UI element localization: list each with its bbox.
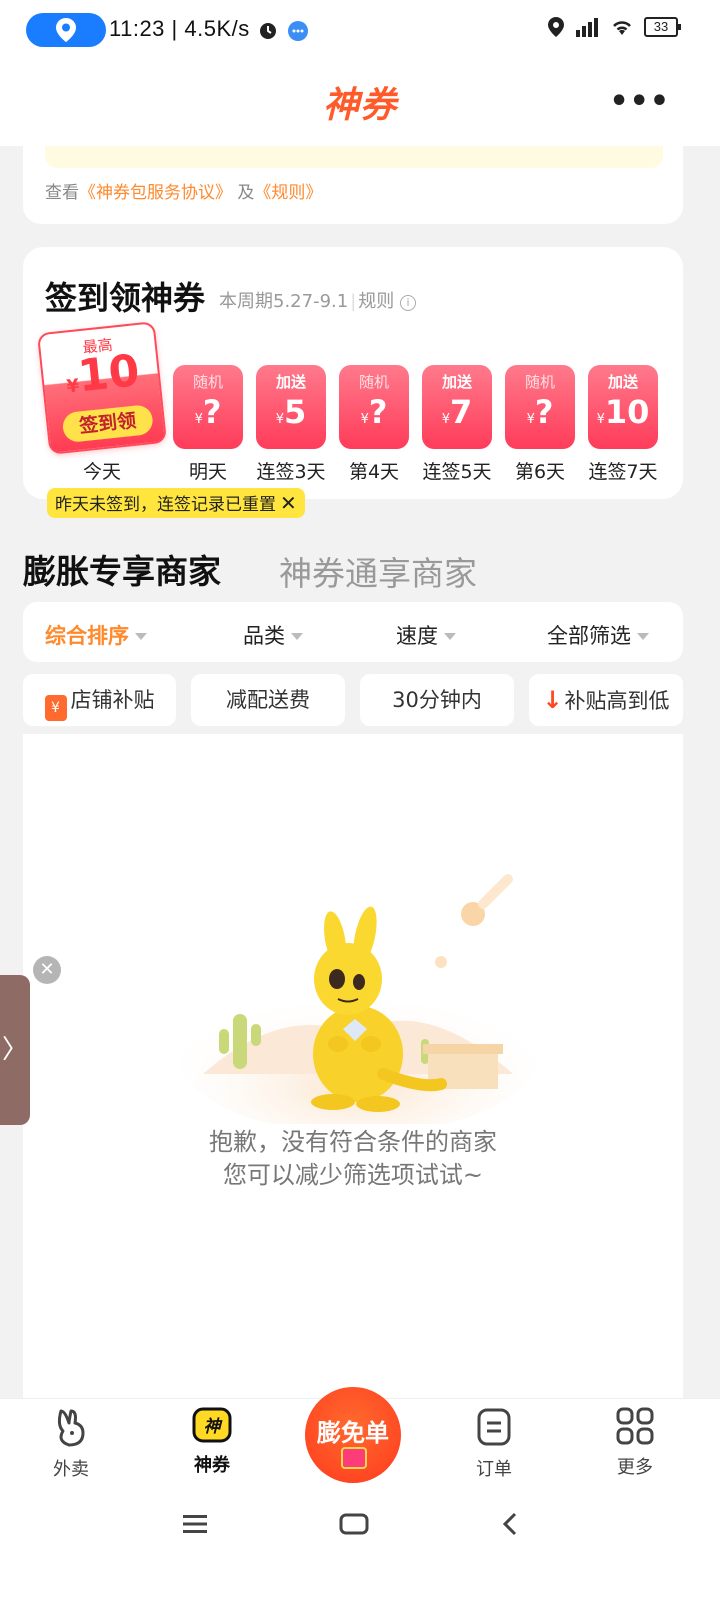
system-nav-bar bbox=[0, 1492, 720, 1600]
page-header: 神券 ••• bbox=[0, 62, 720, 146]
location-pill[interactable] bbox=[26, 13, 106, 47]
bottom-nav: 外卖 神 神券 膨免单 订单 更多 bbox=[0, 1387, 720, 1492]
empty-message: 抱歉，没有符合条件的商家 您可以减少筛选项试试~ bbox=[23, 1126, 683, 1192]
more-menu-button[interactable]: ••• bbox=[609, 84, 670, 119]
agreement-prefix: 查看 bbox=[45, 183, 79, 203]
nav-free-order-button[interactable]: 膨免单 bbox=[305, 1387, 401, 1483]
day-label-6: 第6天 bbox=[514, 461, 566, 483]
sign-in-title: 签到领神券 bbox=[45, 279, 206, 317]
back-icon[interactable] bbox=[502, 1512, 518, 1536]
reset-tip-text: 昨天未签到，连签记录已重置 bbox=[55, 495, 276, 515]
chip-subsidy-high-low[interactable]: ↓补贴高到低 bbox=[529, 674, 683, 726]
arrow-down-icon: ↓ bbox=[542, 686, 563, 714]
chevron-down-icon bbox=[444, 633, 456, 640]
sign-in-button[interactable]: 签到领 bbox=[61, 403, 155, 444]
streak-reset-tip: 昨天未签到，连签记录已重置 ✕ bbox=[47, 488, 305, 518]
nav-more[interactable]: 更多 bbox=[590, 1407, 680, 1479]
order-icon bbox=[477, 1408, 511, 1446]
side-float-close-icon[interactable]: ✕ bbox=[33, 956, 61, 984]
merchant-tabs: 膨胀专享商家 神券通享商家 bbox=[23, 545, 683, 595]
gift-icon bbox=[341, 1447, 367, 1469]
day-coupon-6: 随机 ¥? bbox=[505, 365, 575, 449]
location-pin-icon bbox=[56, 18, 76, 42]
filter-chips: ¥ 店铺补贴 减配送费 30分钟内 ↓补贴高到低 bbox=[23, 674, 683, 726]
sort-comprehensive[interactable]: 综合排序 bbox=[45, 620, 147, 650]
empty-line-1: 抱歉，没有符合条件的商家 bbox=[209, 1128, 497, 1156]
gps-icon bbox=[548, 17, 564, 37]
day-label-4: 第4天 bbox=[348, 461, 400, 483]
merchant-list-empty: 抱歉，没有符合条件的商家 您可以减少筛选项试试~ bbox=[23, 734, 683, 1400]
rabbit-icon bbox=[57, 1409, 85, 1447]
nav-orders[interactable]: 订单 bbox=[449, 1407, 539, 1481]
chip-30-minutes[interactable]: 30分钟内 bbox=[360, 674, 514, 726]
day-coupon-7: 加送 ¥10 bbox=[588, 365, 658, 449]
period-text: 本周期5.27-9.1 bbox=[219, 291, 349, 312]
service-agreement-link[interactable]: 《神券包服务协议》 bbox=[79, 183, 232, 203]
status-bar: 11:23 | 4.5K/s 33 bbox=[0, 0, 720, 62]
empty-line-2: 您可以减少筛选项试试~ bbox=[222, 1161, 484, 1189]
sign-in-period: 本周期5.27-9.1 | 规则 i bbox=[219, 287, 417, 313]
coupon-icon: 神 bbox=[192, 1407, 232, 1443]
chevron-down-icon bbox=[291, 633, 303, 640]
day-label-2: 明天 bbox=[188, 461, 227, 483]
signal-icon bbox=[576, 18, 598, 37]
nav-takeout[interactable]: 外卖 bbox=[26, 1407, 116, 1481]
today-amount: ¥10 bbox=[65, 345, 142, 403]
wifi-icon bbox=[613, 21, 631, 35]
shop-subsidy-icon: ¥ bbox=[44, 695, 67, 721]
menu-icon[interactable] bbox=[183, 1514, 207, 1534]
day-coupon-4: 随机 ¥? bbox=[339, 365, 409, 449]
battery-indicator: 33 bbox=[644, 17, 681, 37]
agreement-line: 查看《神券包服务协议》 及《规则》 bbox=[45, 178, 322, 203]
agreement-and: 及 bbox=[237, 183, 255, 203]
day-label-5: 连签5天 bbox=[422, 461, 492, 483]
sort-speed[interactable]: 速度 bbox=[396, 620, 456, 650]
alarm-icon bbox=[260, 23, 276, 39]
today-sign-in-coupon[interactable]: 最高 ¥10 签到领 bbox=[36, 321, 168, 455]
day-label-3: 连签3天 bbox=[256, 461, 326, 483]
empty-kangaroo-illustration bbox=[178, 874, 538, 1124]
home-icon[interactable] bbox=[339, 1513, 369, 1535]
grid-icon bbox=[616, 1407, 654, 1445]
info-icon[interactable]: i bbox=[400, 295, 417, 311]
sort-bar: 综合排序 品类 速度 全部筛选 bbox=[23, 602, 683, 662]
sign-rules-link[interactable]: 规则 bbox=[358, 291, 394, 312]
sort-category[interactable]: 品类 bbox=[243, 620, 303, 650]
day-coupon-5: 加送 ¥7 bbox=[422, 365, 492, 449]
sort-all-filters[interactable]: 全部筛选 bbox=[547, 620, 649, 650]
chat-bubble-icon bbox=[288, 21, 308, 41]
tab-exclusive-merchants[interactable]: 膨胀专享商家 bbox=[23, 545, 221, 593]
tab-shared-merchants[interactable]: 神券通享商家 bbox=[279, 547, 477, 595]
chip-shop-subsidy[interactable]: ¥ 店铺补贴 bbox=[23, 674, 176, 726]
nav-coupon[interactable]: 神 神券 bbox=[167, 1407, 257, 1477]
side-float-tab[interactable]: 〉 bbox=[0, 975, 30, 1125]
chevron-down-icon bbox=[135, 633, 147, 640]
chip-reduced-delivery[interactable]: 减配送费 bbox=[191, 674, 345, 726]
day-label-today: 今天 bbox=[82, 461, 121, 483]
rules-link[interactable]: 《规则》 bbox=[254, 183, 322, 203]
day-coupon-2: 随机 ¥? bbox=[173, 365, 243, 449]
status-time: 11:23 | 4.5K/s bbox=[109, 16, 250, 41]
close-icon[interactable]: ✕ bbox=[280, 491, 297, 515]
sign-in-card: 签到领神券 本周期5.27-9.1 | 规则 i 最高 ¥10 签到领 今天 随机 … bbox=[23, 247, 683, 499]
day-coupon-3: 加送 ¥5 bbox=[256, 365, 326, 449]
chevron-down-icon bbox=[637, 633, 649, 640]
day-label-7: 连签7天 bbox=[588, 461, 658, 483]
